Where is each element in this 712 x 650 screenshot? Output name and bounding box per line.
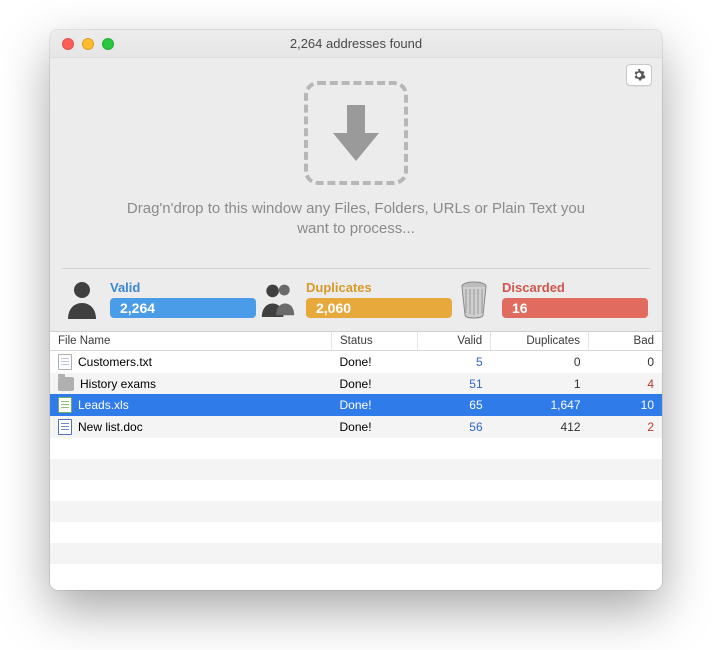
app-window: 2,264 addresses found Drag'n'drop to thi… xyxy=(50,30,662,590)
cell-bad: 4 xyxy=(589,373,662,394)
cell-status: Done! xyxy=(332,416,418,438)
cell-valid: 56 xyxy=(417,416,490,438)
cell-duplicates: 0 xyxy=(491,351,589,374)
cell-duplicates: 1,647 xyxy=(491,394,589,416)
window-controls xyxy=(62,38,114,50)
file-icon xyxy=(58,397,72,413)
file-icon xyxy=(58,354,72,370)
table-row-empty xyxy=(50,438,662,459)
table-header: File Name Status Valid Duplicates Bad xyxy=(50,332,662,351)
table-row-empty xyxy=(50,459,662,480)
titlebar: 2,264 addresses found xyxy=(50,30,662,58)
table-row-empty xyxy=(50,543,662,564)
col-duplicates[interactable]: Duplicates xyxy=(491,332,589,351)
table-row[interactable]: New list.doc Done!564122 xyxy=(50,416,662,438)
stat-discarded-label: Discarded xyxy=(502,280,648,295)
col-valid[interactable]: Valid xyxy=(417,332,490,351)
file-table: File Name Status Valid Duplicates Bad Cu… xyxy=(50,331,662,590)
col-bad[interactable]: Bad xyxy=(589,332,662,351)
file-name-text: History exams xyxy=(80,377,156,391)
window-title: 2,264 addresses found xyxy=(50,36,662,51)
file-name-text: Leads.xls xyxy=(78,398,129,412)
cell-status: Done! xyxy=(332,394,418,416)
table-body: Customers.txtDone!500History examsDone!5… xyxy=(50,351,662,565)
download-arrow-icon xyxy=(329,101,383,165)
stat-duplicates-label: Duplicates xyxy=(306,280,452,295)
cell-bad: 0 xyxy=(589,351,662,374)
stat-valid-label: Valid xyxy=(110,280,256,295)
table-row-empty xyxy=(50,501,662,522)
stat-valid: Valid 2,264 xyxy=(64,279,256,319)
table-row[interactable]: Leads.xls Done!651,64710 xyxy=(50,394,662,416)
file-name-text: Customers.txt xyxy=(78,355,152,369)
cell-filename: Customers.txt xyxy=(58,354,324,370)
stat-duplicates: Duplicates 2,060 xyxy=(260,279,452,319)
table-row-empty xyxy=(50,480,662,501)
cell-bad: 10 xyxy=(589,394,662,416)
drop-zone[interactable]: Drag'n'drop to this window any Files, Fo… xyxy=(50,58,662,268)
close-icon[interactable] xyxy=(62,38,74,50)
minimize-icon[interactable] xyxy=(82,38,94,50)
table-row-empty xyxy=(50,522,662,543)
cell-valid: 51 xyxy=(417,373,490,394)
file-name-text: New list.doc xyxy=(78,420,143,434)
cell-valid: 65 xyxy=(417,394,490,416)
stat-discarded: Discarded 16 xyxy=(456,279,648,319)
cell-filename: New list.doc xyxy=(58,419,324,435)
person-icon xyxy=(64,279,100,319)
col-filename[interactable]: File Name xyxy=(50,332,332,351)
stats-bar: Valid 2,264 Duplicates 2,060 Discarded xyxy=(50,269,662,331)
stat-duplicates-count: 2,060 xyxy=(306,298,452,318)
cell-status: Done! xyxy=(332,351,418,374)
file-icon xyxy=(58,377,74,391)
cell-status: Done! xyxy=(332,373,418,394)
drop-target xyxy=(304,81,408,185)
trash-icon xyxy=(456,279,492,319)
cell-duplicates: 412 xyxy=(491,416,589,438)
stat-valid-count: 2,264 xyxy=(110,298,256,318)
cell-filename: History exams xyxy=(58,377,324,391)
drop-instructions: Drag'n'drop to this window any Files, Fo… xyxy=(116,199,596,240)
people-icon xyxy=(260,279,296,319)
table-row[interactable]: Customers.txtDone!500 xyxy=(50,351,662,374)
file-icon xyxy=(58,419,72,435)
zoom-icon[interactable] xyxy=(102,38,114,50)
col-status[interactable]: Status xyxy=(332,332,418,351)
table-row[interactable]: History exams Done!5114 xyxy=(50,373,662,394)
cell-filename: Leads.xls xyxy=(58,397,324,413)
cell-duplicates: 1 xyxy=(491,373,589,394)
cell-valid: 5 xyxy=(417,351,490,374)
stat-discarded-count: 16 xyxy=(502,298,648,318)
cell-bad: 2 xyxy=(589,416,662,438)
